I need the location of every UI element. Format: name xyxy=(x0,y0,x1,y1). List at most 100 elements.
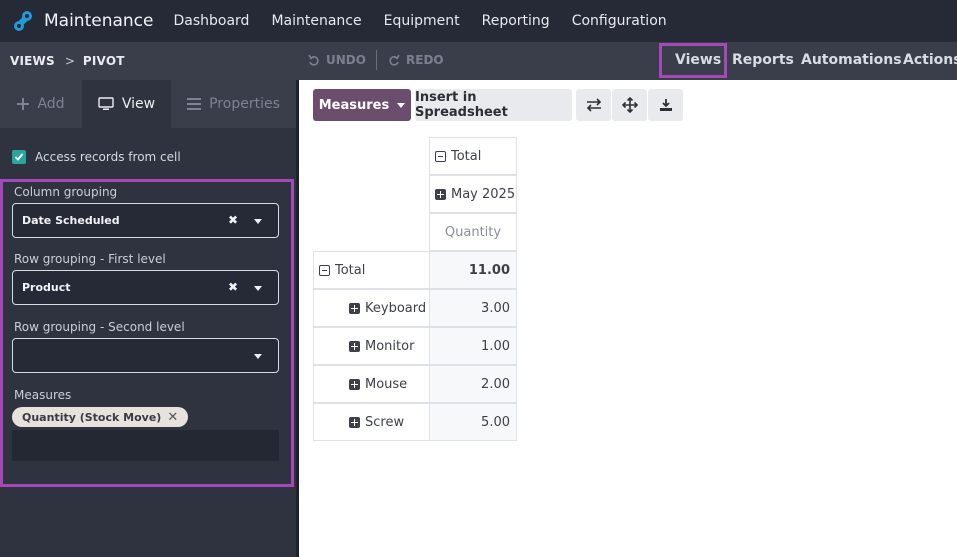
undo-label: UNDO xyxy=(326,53,366,67)
chevron-down-icon[interactable] xyxy=(254,286,262,291)
chevron-down-icon[interactable] xyxy=(254,354,262,359)
row-label: Monitor xyxy=(365,338,415,354)
measures-button-label: Measures xyxy=(318,97,390,113)
undo-button[interactable]: UNDO xyxy=(308,53,366,67)
clear-icon[interactable]: ✖ xyxy=(228,280,238,294)
row-second-label: Row grouping - Second level xyxy=(14,320,185,334)
monitor-icon xyxy=(98,97,114,110)
panel-divider xyxy=(296,80,299,557)
row-total-value[interactable]: 11.00 xyxy=(429,251,517,289)
top-navbar: Maintenance Dashboard Maintenance Equipm… xyxy=(0,0,957,42)
measure-tag: Quantity (Stock Move) ✕ xyxy=(12,407,189,427)
column-grouping-value: Date Scheduled xyxy=(22,214,120,227)
column-grouping-label: Column grouping xyxy=(14,185,118,199)
tab-reports[interactable]: Reports xyxy=(732,52,794,68)
row-label: Screw xyxy=(365,414,405,430)
list-icon xyxy=(187,98,202,110)
tab-automations[interactable]: Automations xyxy=(801,52,902,68)
nav-maintenance[interactable]: Maintenance xyxy=(271,13,361,29)
measure-tag-label: Quantity (Stock Move) xyxy=(22,410,162,424)
row-value-text: 5.00 xyxy=(481,414,510,430)
col-header-total-label: Total xyxy=(451,148,482,164)
sidebar-panel: Add View Properties Access records from … xyxy=(0,80,296,557)
row-first-select[interactable]: Product ✖ xyxy=(12,270,279,305)
row-header-product[interactable]: Monitor xyxy=(313,327,430,365)
insert-in-spreadsheet-button[interactable]: Insert in Spreadsheet xyxy=(415,89,572,121)
measures-input[interactable] xyxy=(12,430,279,461)
sidebar-tab-add-label: Add xyxy=(37,96,65,112)
app-logo-icon[interactable] xyxy=(12,10,34,32)
row-header-product[interactable]: Keyboard xyxy=(313,289,430,327)
row-label: Mouse xyxy=(365,376,408,392)
access-records-row: Access records from cell xyxy=(12,150,181,164)
nav-dashboard[interactable]: Dashboard xyxy=(173,13,249,29)
redo-button[interactable]: REDO xyxy=(388,53,444,67)
col-header-total[interactable]: Total xyxy=(429,137,517,175)
flip-axis-button[interactable] xyxy=(576,89,611,121)
expand-all-icon xyxy=(621,97,638,113)
download-icon xyxy=(659,99,672,111)
measure-header[interactable]: Quantity xyxy=(429,213,517,251)
row-value-text: 2.00 xyxy=(481,376,510,392)
col-header-group[interactable]: May 2025 xyxy=(429,175,517,213)
sidebar-tab-view[interactable]: View xyxy=(82,80,171,128)
breadcrumb-separator: > xyxy=(64,54,75,68)
row-value[interactable]: 3.00 xyxy=(429,289,517,327)
nav-reporting[interactable]: Reporting xyxy=(482,13,550,29)
insert-in-spreadsheet-label: Insert in Spreadsheet xyxy=(415,90,508,120)
chevron-down-icon xyxy=(397,102,406,108)
redo-icon xyxy=(389,54,400,66)
undo-redo-divider xyxy=(376,50,377,70)
row-value-text: 3.00 xyxy=(481,300,510,316)
sidebar-tab-properties-label: Properties xyxy=(209,96,280,112)
row-value[interactable]: 2.00 xyxy=(429,365,517,403)
collapse-icon xyxy=(435,150,446,162)
row-total-value-text: 11.00 xyxy=(468,262,510,278)
app-name[interactable]: Maintenance xyxy=(44,11,153,31)
measures-label: Measures xyxy=(14,388,72,402)
column-grouping-select[interactable]: Date Scheduled ✖ xyxy=(12,203,279,238)
expand-all-button[interactable] xyxy=(612,89,647,121)
nav-configuration[interactable]: Configuration xyxy=(572,13,667,29)
row-first-value: Product xyxy=(22,281,71,294)
expand-icon xyxy=(349,302,360,314)
tab-actions[interactable]: Actions xyxy=(903,52,957,68)
views-tab-highlight xyxy=(659,43,727,78)
row-header-total[interactable]: Total xyxy=(313,251,430,289)
collapse-icon xyxy=(319,264,330,276)
expand-icon xyxy=(349,340,360,352)
chevron-down-icon[interactable] xyxy=(254,219,262,224)
pivot-view-area: Measures Insert in Spreadsheet Total May… xyxy=(296,80,957,557)
row-second-select[interactable] xyxy=(12,338,279,373)
access-records-label[interactable]: Access records from cell xyxy=(35,150,181,164)
sidebar-tab-properties[interactable]: Properties xyxy=(171,80,296,128)
measure-header-label: Quantity xyxy=(444,224,502,240)
expand-icon xyxy=(349,378,360,390)
row-header-product[interactable]: Mouse xyxy=(313,365,430,403)
row-value[interactable]: 1.00 xyxy=(429,327,517,365)
breadcrumb-views[interactable]: VIEWS xyxy=(10,54,55,68)
download-button[interactable] xyxy=(648,89,683,121)
sidebar-tab-add[interactable]: Add xyxy=(0,80,82,128)
access-records-checkbox[interactable] xyxy=(12,150,26,164)
row-value[interactable]: 5.00 xyxy=(429,403,517,441)
row-header-total-label: Total xyxy=(335,262,366,278)
studio-subbar: VIEWS > PIVOT UNDO REDO Views Reports Au… xyxy=(0,42,957,80)
breadcrumb-pivot: PIVOT xyxy=(82,54,125,68)
col-header-group-label: May 2025 xyxy=(451,186,516,202)
row-first-label: Row grouping - First level xyxy=(14,252,166,266)
flip-axis-icon xyxy=(586,98,601,112)
row-value-text: 1.00 xyxy=(481,338,510,354)
sidebar-tabs: Add View Properties xyxy=(0,80,296,128)
redo-label: REDO xyxy=(406,53,444,67)
clear-icon[interactable]: ✖ xyxy=(228,213,238,227)
row-label: Keyboard xyxy=(365,300,427,316)
expand-icon xyxy=(349,416,360,428)
undo-icon xyxy=(308,54,319,66)
remove-tag-icon[interactable]: ✕ xyxy=(167,410,178,425)
measures-button[interactable]: Measures xyxy=(313,89,411,121)
expand-icon xyxy=(435,188,446,200)
plus-icon xyxy=(17,98,30,110)
row-header-product[interactable]: Screw xyxy=(313,403,430,441)
nav-equipment[interactable]: Equipment xyxy=(384,13,460,29)
